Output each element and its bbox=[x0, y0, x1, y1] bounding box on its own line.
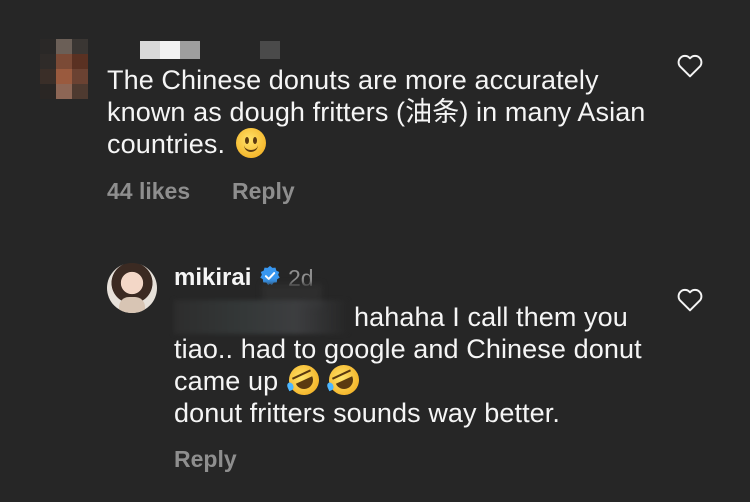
censored-avatar[interactable] bbox=[40, 39, 88, 99]
heart-outline-icon[interactable] bbox=[677, 288, 703, 312]
rolling-on-floor-laughing-icon bbox=[283, 360, 324, 400]
likes-count[interactable]: 44 likes bbox=[107, 178, 190, 205]
censored-username[interactable] bbox=[140, 41, 280, 59]
slightly-smiling-face-icon bbox=[235, 128, 266, 158]
avatar[interactable] bbox=[107, 263, 157, 313]
heart-outline-icon[interactable] bbox=[677, 54, 703, 78]
reply-button[interactable]: Reply bbox=[232, 178, 295, 205]
comment-text: hahaha I call them you tiao.. had to goo… bbox=[174, 302, 642, 428]
comment-text: The Chinese donuts are more accurately k… bbox=[107, 65, 646, 159]
reply-button[interactable]: Reply bbox=[174, 446, 237, 473]
username[interactable]: mikirai bbox=[174, 264, 251, 292]
rolling-on-floor-laughing-icon bbox=[324, 360, 365, 400]
